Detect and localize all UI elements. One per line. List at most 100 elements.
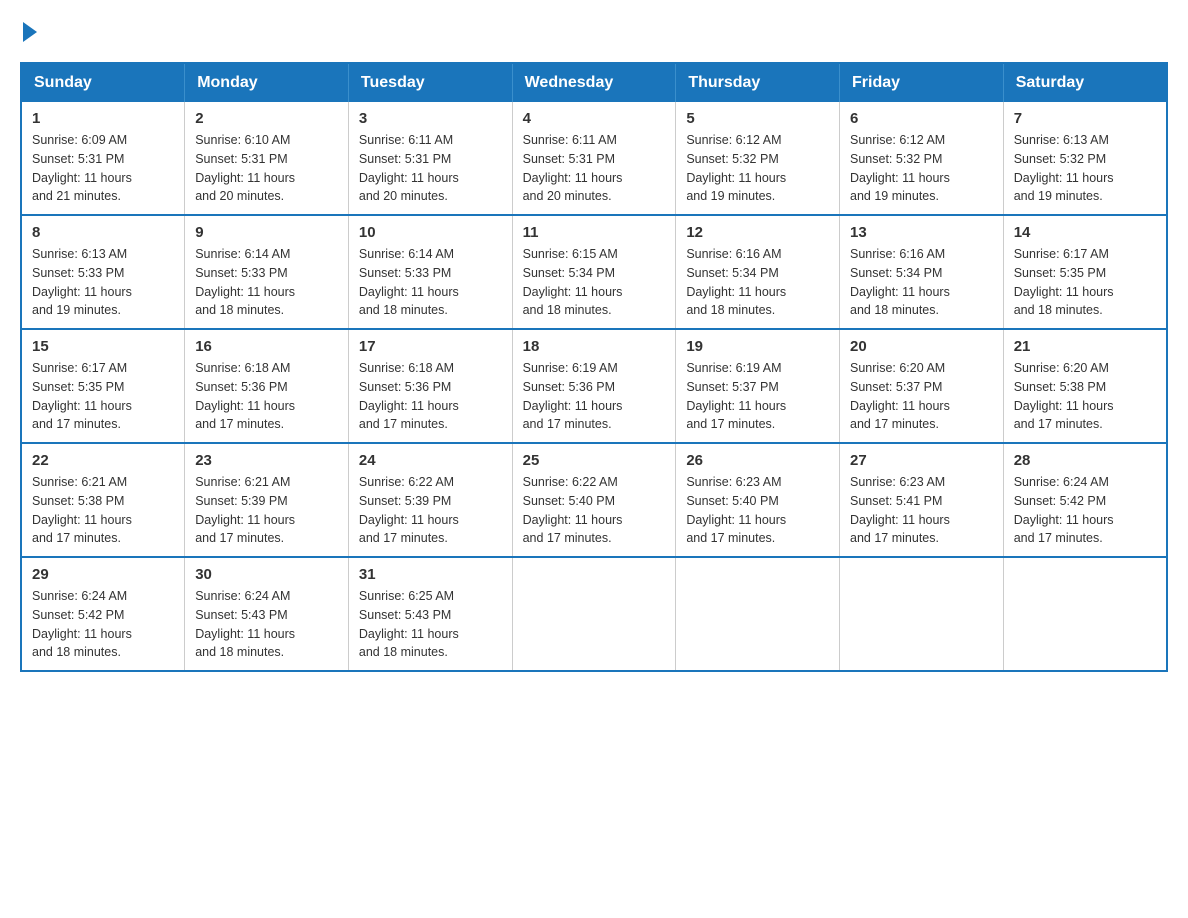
day-number: 6 bbox=[850, 110, 993, 127]
day-info: Sunrise: 6:13 AMSunset: 5:33 PMDaylight:… bbox=[32, 247, 132, 317]
day-info: Sunrise: 6:20 AMSunset: 5:37 PMDaylight:… bbox=[850, 361, 950, 431]
day-info: Sunrise: 6:22 AMSunset: 5:39 PMDaylight:… bbox=[359, 475, 459, 545]
day-number: 12 bbox=[686, 224, 829, 241]
calendar-cell: 3 Sunrise: 6:11 AMSunset: 5:31 PMDayligh… bbox=[348, 102, 512, 215]
day-number: 17 bbox=[359, 338, 502, 355]
day-info: Sunrise: 6:21 AMSunset: 5:38 PMDaylight:… bbox=[32, 475, 132, 545]
day-number: 23 bbox=[195, 452, 338, 469]
day-number: 28 bbox=[1014, 452, 1156, 469]
day-number: 11 bbox=[523, 224, 666, 241]
day-number: 4 bbox=[523, 110, 666, 127]
header-wednesday: Wednesday bbox=[512, 63, 676, 102]
day-info: Sunrise: 6:25 AMSunset: 5:43 PMDaylight:… bbox=[359, 589, 459, 659]
header-sunday: Sunday bbox=[21, 63, 185, 102]
day-number: 10 bbox=[359, 224, 502, 241]
logo-arrow-icon bbox=[23, 22, 37, 42]
header-tuesday: Tuesday bbox=[348, 63, 512, 102]
calendar-cell: 20 Sunrise: 6:20 AMSunset: 5:37 PMDaylig… bbox=[840, 329, 1004, 443]
day-number: 3 bbox=[359, 110, 502, 127]
day-info: Sunrise: 6:10 AMSunset: 5:31 PMDaylight:… bbox=[195, 133, 295, 203]
logo bbox=[20, 20, 37, 42]
header-monday: Monday bbox=[185, 63, 349, 102]
page-header bbox=[20, 20, 1168, 42]
header-saturday: Saturday bbox=[1003, 63, 1167, 102]
calendar-cell bbox=[840, 557, 1004, 671]
calendar-cell: 21 Sunrise: 6:20 AMSunset: 5:38 PMDaylig… bbox=[1003, 329, 1167, 443]
day-number: 9 bbox=[195, 224, 338, 241]
day-info: Sunrise: 6:16 AMSunset: 5:34 PMDaylight:… bbox=[686, 247, 786, 317]
day-info: Sunrise: 6:14 AMSunset: 5:33 PMDaylight:… bbox=[359, 247, 459, 317]
day-number: 7 bbox=[1014, 110, 1156, 127]
day-number: 22 bbox=[32, 452, 174, 469]
day-info: Sunrise: 6:18 AMSunset: 5:36 PMDaylight:… bbox=[359, 361, 459, 431]
day-number: 20 bbox=[850, 338, 993, 355]
calendar-cell: 19 Sunrise: 6:19 AMSunset: 5:37 PMDaylig… bbox=[676, 329, 840, 443]
calendar-cell: 27 Sunrise: 6:23 AMSunset: 5:41 PMDaylig… bbox=[840, 443, 1004, 557]
calendar-cell: 25 Sunrise: 6:22 AMSunset: 5:40 PMDaylig… bbox=[512, 443, 676, 557]
day-number: 1 bbox=[32, 110, 174, 127]
day-info: Sunrise: 6:11 AMSunset: 5:31 PMDaylight:… bbox=[523, 133, 623, 203]
day-info: Sunrise: 6:20 AMSunset: 5:38 PMDaylight:… bbox=[1014, 361, 1114, 431]
day-info: Sunrise: 6:18 AMSunset: 5:36 PMDaylight:… bbox=[195, 361, 295, 431]
day-info: Sunrise: 6:15 AMSunset: 5:34 PMDaylight:… bbox=[523, 247, 623, 317]
day-number: 15 bbox=[32, 338, 174, 355]
calendar-cell: 16 Sunrise: 6:18 AMSunset: 5:36 PMDaylig… bbox=[185, 329, 349, 443]
day-number: 18 bbox=[523, 338, 666, 355]
day-info: Sunrise: 6:19 AMSunset: 5:37 PMDaylight:… bbox=[686, 361, 786, 431]
calendar-header-row: SundayMondayTuesdayWednesdayThursdayFrid… bbox=[21, 63, 1167, 102]
day-number: 21 bbox=[1014, 338, 1156, 355]
day-info: Sunrise: 6:16 AMSunset: 5:34 PMDaylight:… bbox=[850, 247, 950, 317]
header-thursday: Thursday bbox=[676, 63, 840, 102]
day-info: Sunrise: 6:24 AMSunset: 5:43 PMDaylight:… bbox=[195, 589, 295, 659]
day-number: 25 bbox=[523, 452, 666, 469]
day-info: Sunrise: 6:24 AMSunset: 5:42 PMDaylight:… bbox=[32, 589, 132, 659]
calendar-cell: 26 Sunrise: 6:23 AMSunset: 5:40 PMDaylig… bbox=[676, 443, 840, 557]
calendar-cell: 24 Sunrise: 6:22 AMSunset: 5:39 PMDaylig… bbox=[348, 443, 512, 557]
calendar-cell bbox=[676, 557, 840, 671]
day-info: Sunrise: 6:14 AMSunset: 5:33 PMDaylight:… bbox=[195, 247, 295, 317]
day-info: Sunrise: 6:24 AMSunset: 5:42 PMDaylight:… bbox=[1014, 475, 1114, 545]
day-info: Sunrise: 6:22 AMSunset: 5:40 PMDaylight:… bbox=[523, 475, 623, 545]
calendar-cell: 14 Sunrise: 6:17 AMSunset: 5:35 PMDaylig… bbox=[1003, 215, 1167, 329]
day-number: 5 bbox=[686, 110, 829, 127]
day-number: 8 bbox=[32, 224, 174, 241]
calendar-cell: 5 Sunrise: 6:12 AMSunset: 5:32 PMDayligh… bbox=[676, 102, 840, 215]
calendar-cell bbox=[512, 557, 676, 671]
calendar-cell: 12 Sunrise: 6:16 AMSunset: 5:34 PMDaylig… bbox=[676, 215, 840, 329]
day-info: Sunrise: 6:17 AMSunset: 5:35 PMDaylight:… bbox=[32, 361, 132, 431]
calendar-week-2: 8 Sunrise: 6:13 AMSunset: 5:33 PMDayligh… bbox=[21, 215, 1167, 329]
day-info: Sunrise: 6:13 AMSunset: 5:32 PMDaylight:… bbox=[1014, 133, 1114, 203]
day-info: Sunrise: 6:21 AMSunset: 5:39 PMDaylight:… bbox=[195, 475, 295, 545]
day-number: 13 bbox=[850, 224, 993, 241]
calendar-cell: 28 Sunrise: 6:24 AMSunset: 5:42 PMDaylig… bbox=[1003, 443, 1167, 557]
day-number: 24 bbox=[359, 452, 502, 469]
day-info: Sunrise: 6:23 AMSunset: 5:41 PMDaylight:… bbox=[850, 475, 950, 545]
day-info: Sunrise: 6:23 AMSunset: 5:40 PMDaylight:… bbox=[686, 475, 786, 545]
calendar-week-3: 15 Sunrise: 6:17 AMSunset: 5:35 PMDaylig… bbox=[21, 329, 1167, 443]
calendar-week-4: 22 Sunrise: 6:21 AMSunset: 5:38 PMDaylig… bbox=[21, 443, 1167, 557]
calendar-cell: 6 Sunrise: 6:12 AMSunset: 5:32 PMDayligh… bbox=[840, 102, 1004, 215]
day-info: Sunrise: 6:12 AMSunset: 5:32 PMDaylight:… bbox=[850, 133, 950, 203]
day-number: 31 bbox=[359, 566, 502, 583]
day-info: Sunrise: 6:17 AMSunset: 5:35 PMDaylight:… bbox=[1014, 247, 1114, 317]
calendar-cell: 9 Sunrise: 6:14 AMSunset: 5:33 PMDayligh… bbox=[185, 215, 349, 329]
day-info: Sunrise: 6:09 AMSunset: 5:31 PMDaylight:… bbox=[32, 133, 132, 203]
calendar-cell: 29 Sunrise: 6:24 AMSunset: 5:42 PMDaylig… bbox=[21, 557, 185, 671]
calendar-week-5: 29 Sunrise: 6:24 AMSunset: 5:42 PMDaylig… bbox=[21, 557, 1167, 671]
day-number: 16 bbox=[195, 338, 338, 355]
calendar-table: SundayMondayTuesdayWednesdayThursdayFrid… bbox=[20, 62, 1168, 672]
calendar-cell: 8 Sunrise: 6:13 AMSunset: 5:33 PMDayligh… bbox=[21, 215, 185, 329]
calendar-cell: 30 Sunrise: 6:24 AMSunset: 5:43 PMDaylig… bbox=[185, 557, 349, 671]
day-number: 19 bbox=[686, 338, 829, 355]
calendar-cell bbox=[1003, 557, 1167, 671]
calendar-cell: 4 Sunrise: 6:11 AMSunset: 5:31 PMDayligh… bbox=[512, 102, 676, 215]
day-number: 14 bbox=[1014, 224, 1156, 241]
calendar-week-1: 1 Sunrise: 6:09 AMSunset: 5:31 PMDayligh… bbox=[21, 102, 1167, 215]
calendar-cell: 18 Sunrise: 6:19 AMSunset: 5:36 PMDaylig… bbox=[512, 329, 676, 443]
calendar-cell: 7 Sunrise: 6:13 AMSunset: 5:32 PMDayligh… bbox=[1003, 102, 1167, 215]
day-number: 26 bbox=[686, 452, 829, 469]
day-number: 30 bbox=[195, 566, 338, 583]
day-info: Sunrise: 6:12 AMSunset: 5:32 PMDaylight:… bbox=[686, 133, 786, 203]
calendar-cell: 13 Sunrise: 6:16 AMSunset: 5:34 PMDaylig… bbox=[840, 215, 1004, 329]
day-number: 29 bbox=[32, 566, 174, 583]
